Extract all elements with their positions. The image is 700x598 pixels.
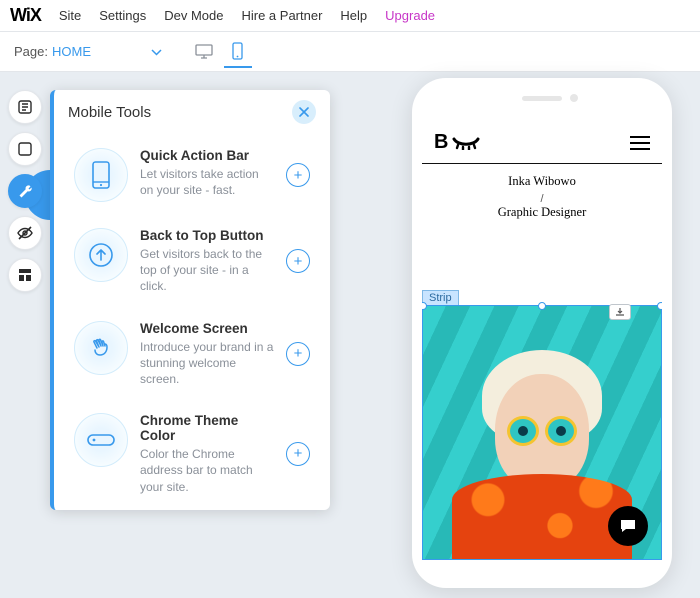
desktop-view-button[interactable] [190,36,218,68]
add-button[interactable]: + [286,163,310,187]
tool-title: Welcome Screen [140,321,274,336]
site-name: Inka Wibowo [422,164,662,193]
mobile-view-button[interactable] [224,36,252,68]
rail-layout-button[interactable] [8,132,42,166]
menubar: WiX Site Settings Dev Mode Hire a Partne… [0,0,700,32]
tool-back-to-top[interactable]: Back to Top Button Get visitors back to … [68,220,316,303]
panel-list: Quick Action Bar Let visitors take actio… [54,134,330,509]
address-bar-icon [74,413,128,467]
tool-desc: Get visitors back to the top of your sit… [140,246,274,295]
chat-icon [619,518,637,534]
add-button[interactable]: + [286,249,310,273]
phone-icon [74,148,128,202]
chevron-down-icon[interactable] [151,44,162,59]
site-header: B [422,122,662,164]
preview-canvas[interactable]: B Inka Wibowo / Graphic Designer Strip W… [422,122,662,560]
arrow-up-circle-icon [74,228,128,282]
wix-logo[interactable]: WiX [10,5,41,26]
add-button[interactable]: + [286,342,310,366]
panel-header: Mobile Tools [54,90,330,134]
tool-desc: Introduce your brand in a stunning welco… [140,339,274,388]
menu-upgrade[interactable]: Upgrade [385,8,435,23]
rail-tools-button[interactable] [8,174,42,208]
resize-handle[interactable] [538,302,546,310]
tool-welcome-screen[interactable]: Welcome Screen Introduce your brand in a… [68,313,316,396]
resize-handle[interactable] [657,302,662,310]
hamburger-icon[interactable] [630,136,650,150]
site-role: Graphic Designer [422,205,662,230]
rail-hidden-button[interactable] [8,216,42,250]
add-button[interactable]: + [286,442,310,466]
separator: / [422,193,662,205]
rail-pages-button[interactable] [8,90,42,124]
tool-title: Back to Top Button [140,228,274,243]
menu-settings[interactable]: Settings [99,8,146,23]
menu-devmode[interactable]: Dev Mode [164,8,223,23]
brand-letter: B [434,131,448,154]
tool-desc: Let visitors take action on your site - … [140,166,274,198]
phone-mockup: B Inka Wibowo / Graphic Designer Strip W… [412,78,672,588]
panel-title: Mobile Tools [68,104,151,121]
eyelash-icon [452,136,480,150]
tool-desc: Color the Chrome address bar to match yo… [140,446,274,495]
tool-title: Quick Action Bar [140,148,274,163]
page-toolbar: Page: HOME [0,32,700,72]
left-rail [8,90,42,292]
menu-hire[interactable]: Hire a Partner [241,8,322,23]
chat-fab[interactable] [608,506,648,546]
mobile-tools-panel: Mobile Tools Quick Action Bar Let visito… [50,90,330,510]
resize-handle[interactable] [422,302,427,310]
tool-quick-action-bar[interactable]: Quick Action Bar Let visitors take actio… [68,140,316,210]
tool-title: Chrome Theme Color [140,413,274,443]
rail-layouts-button[interactable] [8,258,42,292]
device-switch [190,36,252,68]
download-icon[interactable] [609,304,631,320]
menu-help[interactable]: Help [340,8,367,23]
menu-site[interactable]: Site [59,8,81,23]
close-icon[interactable] [292,100,316,124]
page-label: Page: [14,44,48,59]
strip-label[interactable]: Strip [422,290,459,305]
site-brand: B [434,131,480,154]
wave-icon [74,321,128,375]
page-select[interactable]: HOME [52,44,91,59]
tool-chrome-theme[interactable]: Chrome Theme Color Color the Chrome addr… [68,405,316,503]
